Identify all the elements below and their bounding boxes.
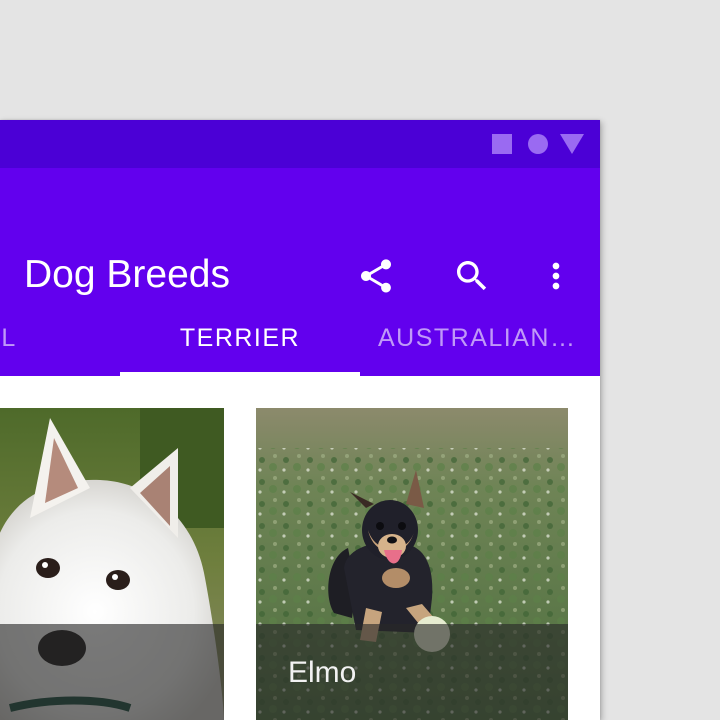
search-icon — [457, 261, 487, 291]
tab-small[interactable]: LL — [0, 300, 106, 376]
app-title: Dog Breeds — [24, 253, 230, 296]
dog-card[interactable]: c — [0, 408, 224, 720]
share-icon — [361, 259, 391, 293]
search-button[interactable] — [448, 252, 496, 300]
tab-label: TERRIER — [179, 323, 301, 352]
tab-selection-indicator — [120, 372, 360, 376]
card-caption: Elmo — [256, 624, 568, 720]
share-button[interactable] — [352, 252, 400, 300]
status-bar — [0, 120, 600, 168]
tab-label: AUSTRALIAN… — [378, 323, 577, 352]
circle-icon — [528, 134, 548, 154]
more-vert-icon — [552, 262, 560, 290]
tab-label: LL — [0, 323, 17, 352]
screen-background: Dog Breeds LL TERRIER — [0, 0, 720, 720]
card-caption: c — [0, 624, 224, 720]
square-icon — [492, 134, 512, 154]
dog-card[interactable]: Elmo — [256, 408, 568, 720]
triangle-icon — [560, 134, 584, 154]
more-options-button[interactable] — [532, 252, 580, 300]
phone-frame: Dog Breeds LL TERRIER — [0, 120, 600, 720]
tab-australian[interactable]: AUSTRALIAN… — [378, 300, 600, 376]
tab-terrier[interactable]: TERRIER — [120, 300, 360, 376]
dog-name: Elmo — [288, 656, 357, 689]
